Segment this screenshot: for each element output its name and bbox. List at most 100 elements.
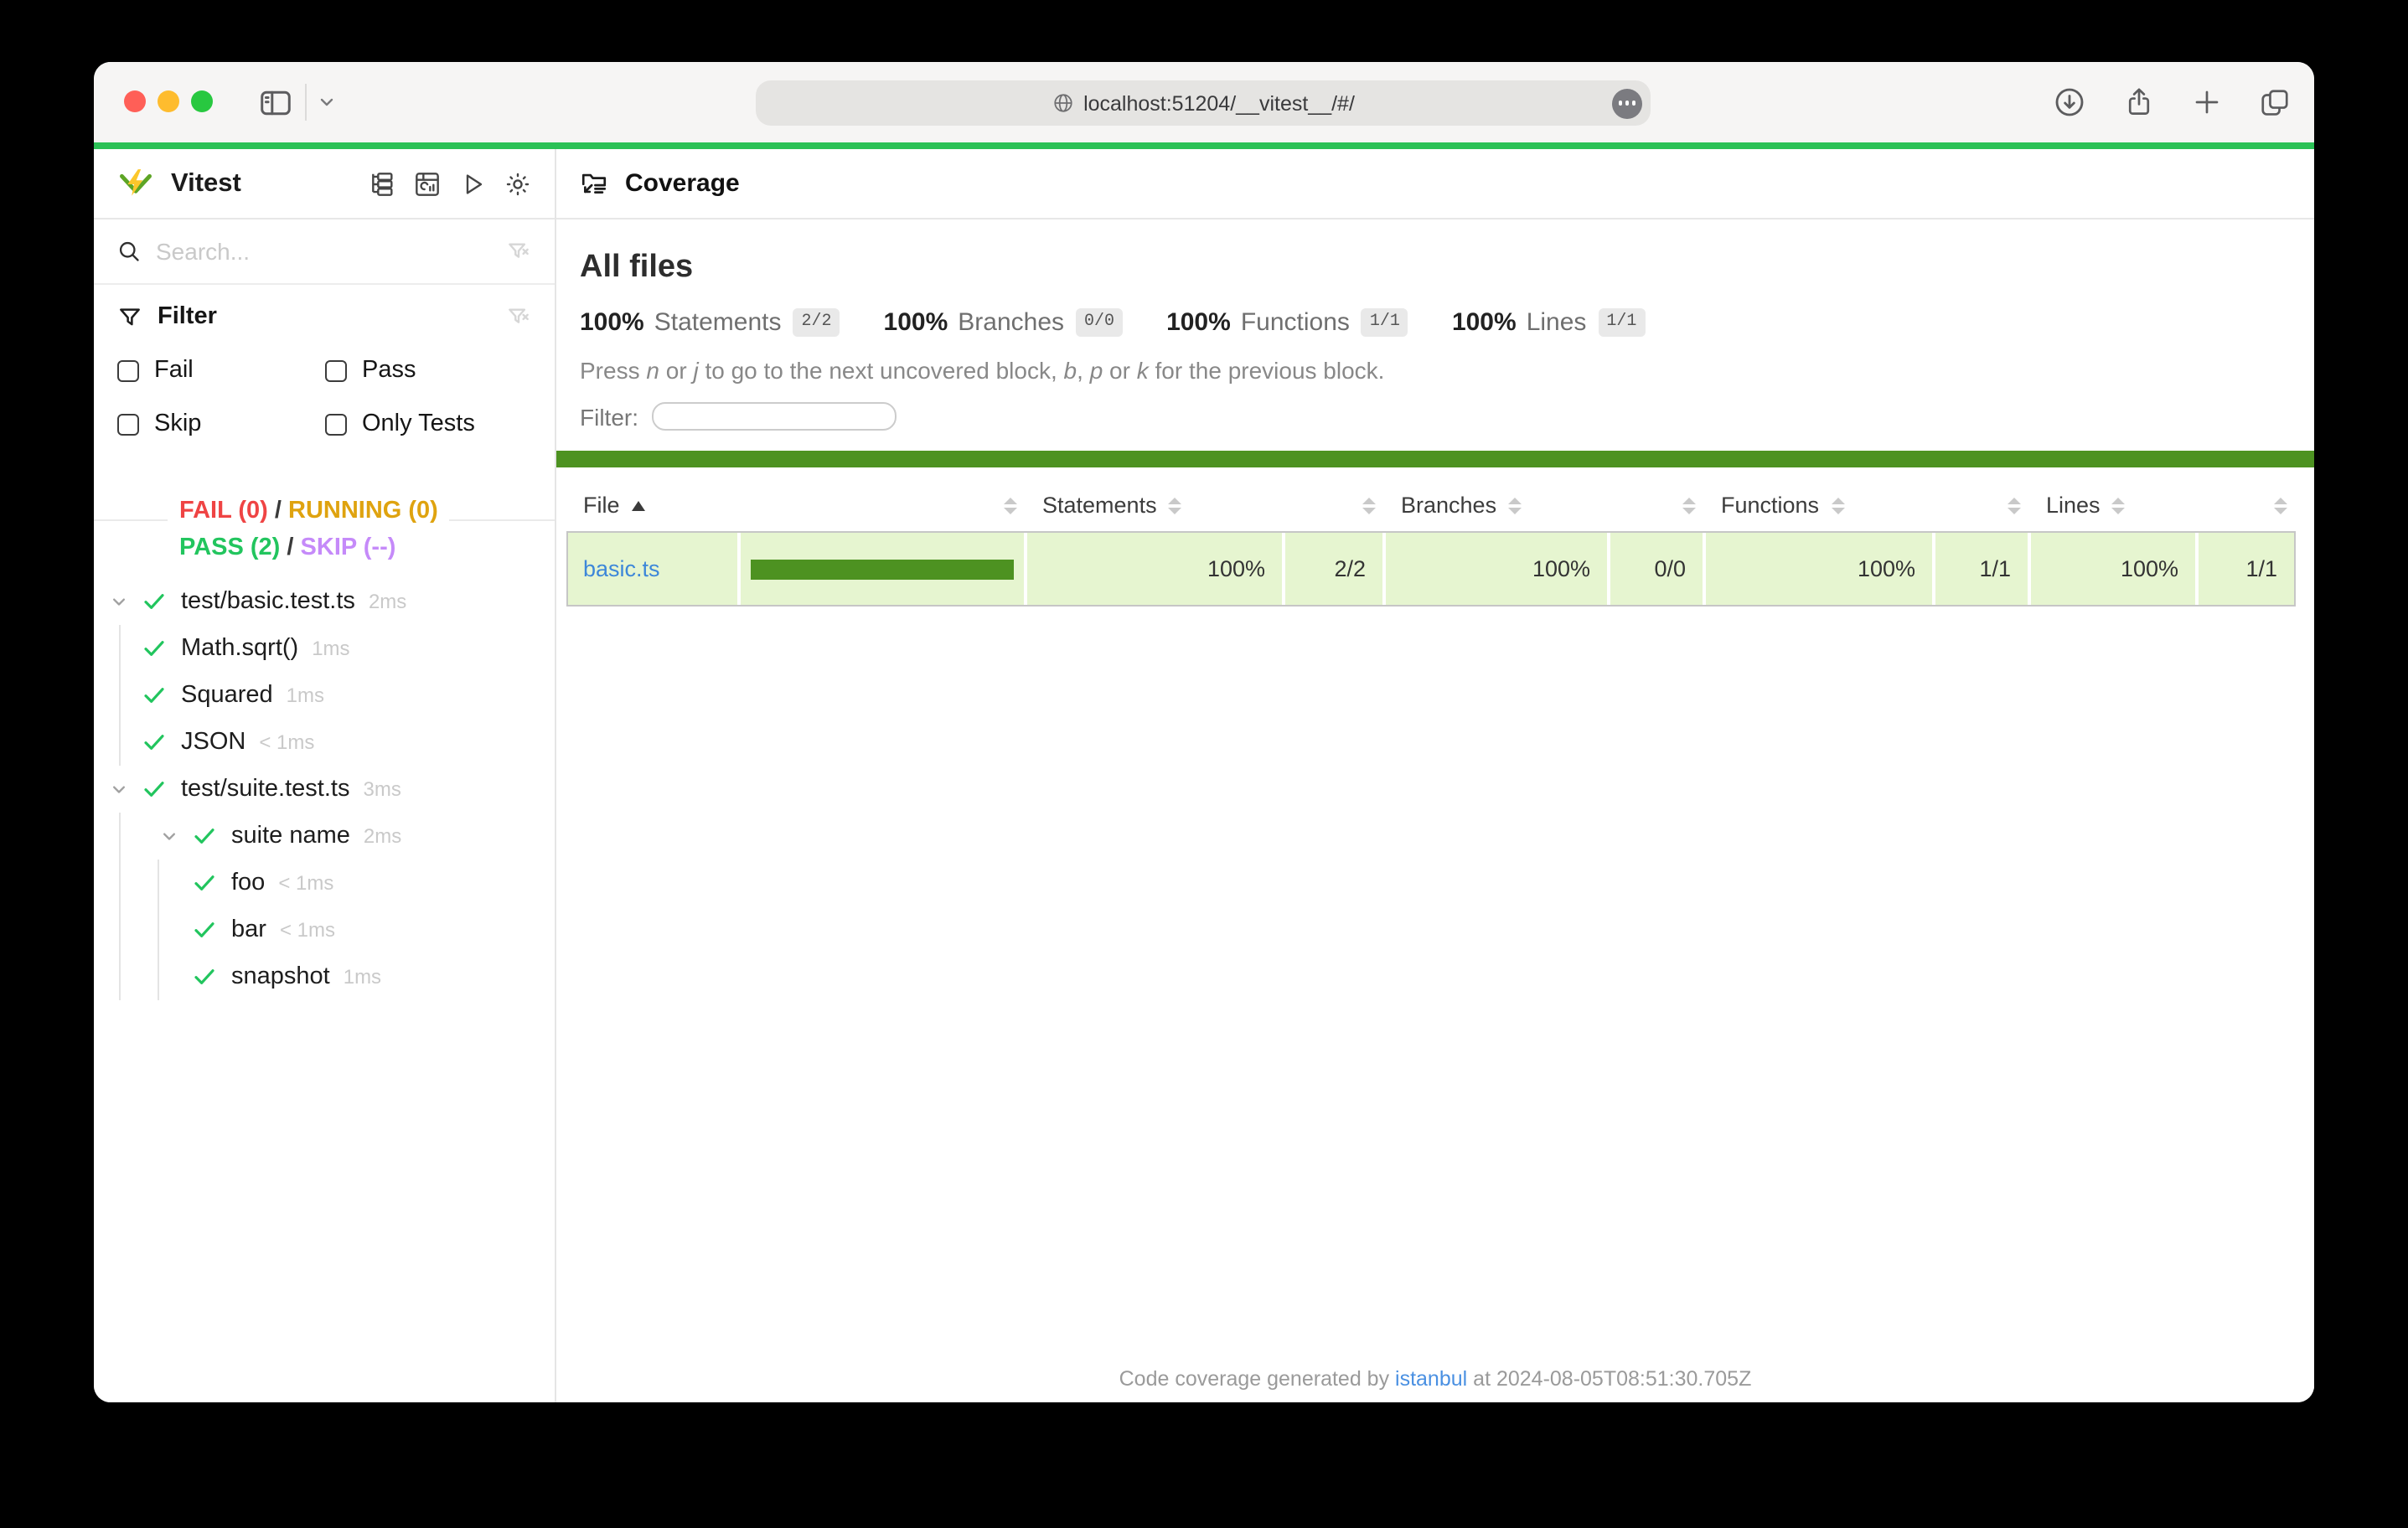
maximize-window-button[interactable] bbox=[191, 90, 213, 112]
checkbox[interactable] bbox=[325, 413, 347, 435]
istanbul-link[interactable]: istanbul bbox=[1395, 1367, 1467, 1391]
downloads-button[interactable] bbox=[2053, 85, 2086, 119]
column-label: Branches bbox=[1401, 493, 1496, 518]
coverage-filter-input[interactable] bbox=[652, 402, 897, 431]
test-run-summary: FAIL (0) / RUNNING (0)PASS (2) / SKIP (-… bbox=[168, 494, 450, 566]
sort-toggle-icon bbox=[2112, 497, 2126, 514]
coverage-filter-label: Filter: bbox=[580, 403, 638, 430]
tree-row-file-test[interactable]: Squared1ms bbox=[94, 672, 555, 719]
search-input[interactable] bbox=[156, 238, 491, 265]
stat-fraction-badge: 2/2 bbox=[793, 308, 840, 337]
tree-item-duration: 2ms bbox=[364, 824, 401, 848]
sort-toggle-icon bbox=[2274, 497, 2287, 514]
column-header-branches[interactable]: Branches bbox=[1384, 479, 1609, 531]
all-files-heading: All files bbox=[580, 250, 2314, 286]
test-tree: test/basic.test.ts2msMath.sqrt()1msSquar… bbox=[94, 578, 555, 1000]
tree-row-file-test[interactable]: Math.sqrt()1ms bbox=[94, 625, 555, 672]
file-cell: basic.ts bbox=[566, 531, 739, 607]
filter-checkbox-pass[interactable]: Pass bbox=[325, 357, 416, 384]
stat-percent: 100% bbox=[580, 308, 644, 337]
tree-indent-guide bbox=[119, 672, 121, 719]
tree-item-duration: 1ms bbox=[344, 965, 381, 989]
functions-pct-cell: 100% bbox=[1704, 531, 1934, 607]
close-window-button[interactable] bbox=[124, 90, 146, 112]
minimize-window-button[interactable] bbox=[158, 90, 179, 112]
functions-abs-cell: 1/1 bbox=[1934, 531, 2029, 607]
summary-line: FAIL (0) / RUNNING (0) bbox=[179, 494, 438, 530]
checkbox[interactable] bbox=[117, 413, 139, 435]
tree-row-suite-test[interactable]: snapshot1ms bbox=[94, 953, 555, 1000]
summary-running: RUNNING (0) bbox=[288, 498, 438, 524]
vitest-logo-icon bbox=[117, 165, 154, 202]
new-tab-button[interactable] bbox=[2192, 87, 2222, 117]
sidebar-toggle-button[interactable] bbox=[251, 62, 298, 142]
tree-row-file[interactable]: test/suite.test.ts3ms bbox=[94, 766, 555, 813]
column-header-chart-sorter[interactable] bbox=[739, 479, 1026, 531]
hint-text: for the previous block. bbox=[1149, 357, 1385, 384]
vitest-ui: Vitest bbox=[94, 149, 2314, 1402]
tree-row-suite[interactable]: suite name2ms bbox=[94, 813, 555, 860]
pass-check-icon bbox=[141, 729, 168, 756]
tree-indent-guide bbox=[119, 953, 121, 1000]
checkbox[interactable] bbox=[117, 359, 139, 381]
ellipsis-icon bbox=[1619, 101, 1635, 105]
column-header-file[interactable]: File bbox=[566, 479, 739, 531]
tree-indent-guide bbox=[119, 860, 121, 906]
tree-indent-guide bbox=[119, 906, 121, 953]
istanbul-report: All files 100% Statements 2/2 100% Branches 0… bbox=[556, 250, 2314, 607]
checkbox[interactable] bbox=[325, 359, 347, 381]
toolbar-right-actions bbox=[2053, 62, 2291, 142]
globe-icon bbox=[1052, 92, 1073, 114]
tree-row-suite-test[interactable]: foo< 1ms bbox=[94, 860, 555, 906]
pass-check-icon bbox=[141, 588, 168, 615]
stat-label: Branches bbox=[958, 308, 1064, 337]
toolbar-chevron-button[interactable] bbox=[308, 62, 345, 142]
lines-abs-cell: 1/1 bbox=[2197, 531, 2296, 607]
tree-item-duration: 1ms bbox=[287, 684, 324, 707]
tree-row-file[interactable]: test/basic.test.ts2ms bbox=[94, 578, 555, 625]
sort-toggle-icon bbox=[1831, 497, 1844, 514]
summary-plain: / bbox=[268, 498, 288, 524]
url-more-button[interactable] bbox=[1612, 88, 1642, 118]
hint-key: k bbox=[1137, 357, 1149, 384]
chevron-down-icon[interactable] bbox=[107, 777, 131, 801]
tree-row-file-test[interactable]: JSON< 1ms bbox=[94, 719, 555, 766]
column-header-branches-abs-sorter[interactable] bbox=[1609, 479, 1704, 531]
filter-checkbox-fail[interactable]: Fail bbox=[117, 357, 325, 384]
clear-filter-icon[interactable] bbox=[506, 304, 531, 329]
tree-item-label: test/basic.test.ts bbox=[181, 588, 355, 615]
theme-toggle-button[interactable] bbox=[504, 170, 531, 197]
filter-checkbox-only-tests[interactable]: Only Tests bbox=[325, 410, 475, 437]
dashboard-button[interactable] bbox=[414, 170, 441, 197]
branches-pct-cell: 100% bbox=[1384, 531, 1609, 607]
run-all-button[interactable] bbox=[459, 170, 486, 197]
chevron-down-icon[interactable] bbox=[158, 824, 181, 848]
tab-overview-button[interactable] bbox=[2259, 86, 2291, 118]
filter-funnel-icon bbox=[117, 304, 142, 329]
column-header-statements-abs-sorter[interactable] bbox=[1284, 479, 1384, 531]
sort-toggle-icon bbox=[1169, 497, 1182, 514]
file-link[interactable]: basic.ts bbox=[583, 556, 660, 581]
stat-fraction-badge: 0/0 bbox=[1076, 308, 1123, 337]
tree-view-button[interactable] bbox=[369, 170, 395, 197]
pass-check-icon bbox=[191, 870, 218, 896]
coverage-stat-branches: 100%Branches0/0 bbox=[884, 308, 1124, 337]
column-header-statements[interactable]: Statements bbox=[1026, 479, 1284, 531]
tree-row-suite-test[interactable]: bar< 1ms bbox=[94, 906, 555, 953]
column-header-lines[interactable]: Lines bbox=[2029, 479, 2197, 531]
share-button[interactable] bbox=[2123, 85, 2155, 119]
column-header-functions[interactable]: Functions bbox=[1704, 479, 1934, 531]
tree-indent-guide bbox=[158, 953, 159, 1000]
column-header-functions-abs-sorter[interactable] bbox=[1934, 479, 2029, 531]
stat-percent: 100% bbox=[1452, 308, 1517, 337]
summary-pass: PASS (2) bbox=[179, 534, 280, 560]
coverage-panel: Coverage All files 100%Statements2/2100%… bbox=[556, 149, 2314, 1402]
pass-check-icon bbox=[191, 963, 218, 990]
filter-checkbox-skip[interactable]: Skip bbox=[117, 410, 325, 437]
hint-key: n bbox=[646, 357, 659, 384]
app-title: Vitest bbox=[171, 168, 241, 199]
clear-search-filter-icon[interactable] bbox=[506, 239, 531, 264]
chevron-down-icon[interactable] bbox=[107, 590, 131, 613]
column-header-lines-abs-sorter[interactable] bbox=[2197, 479, 2296, 531]
url-bar[interactable]: localhost:51204/__vitest__/#/ bbox=[756, 80, 1651, 126]
